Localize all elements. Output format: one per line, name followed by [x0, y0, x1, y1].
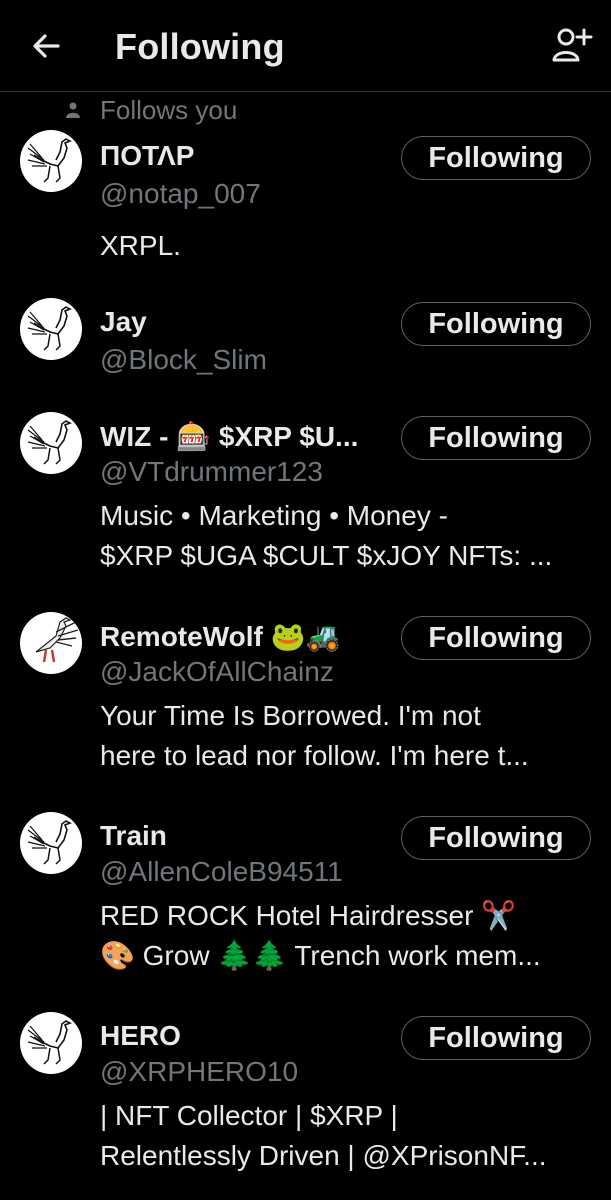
list-item[interactable]: Jay @Block_Slim Following — [0, 296, 611, 396]
avatar[interactable] — [20, 130, 82, 192]
user-name[interactable]: WIZ - 🎰 $XRP $U... — [100, 420, 358, 453]
user-handle: @VTdrummer123 — [100, 456, 323, 487]
bio-line: RED ROCK Hotel Hairdresser ✂️ — [100, 900, 517, 931]
add-user-icon[interactable] — [551, 24, 593, 66]
list-item[interactable]: WIZ - 🎰 $XRP $U... @VTdrummer123 Music •… — [0, 410, 611, 590]
user-name[interactable]: Jay — [100, 306, 147, 338]
avatar[interactable] — [20, 412, 82, 474]
bio-line: XRPL. — [100, 230, 181, 261]
bio-line: Relentlessly Driven | @XPrisonNF... — [100, 1140, 547, 1171]
bio-line: here to lead nor follow. I'm here t... — [100, 740, 529, 771]
following-button[interactable]: Following — [401, 302, 591, 346]
avatar[interactable] — [20, 298, 82, 360]
white-bird-icon — [35, 617, 79, 663]
person-icon — [66, 102, 80, 118]
following-button[interactable]: Following — [401, 136, 591, 180]
bird-sketch-icon — [27, 420, 72, 465]
bio-line: $XRP $UGA $CULT $xJOY NFTs: ... — [100, 540, 553, 571]
top-app-bar: Following — [0, 0, 611, 92]
user-bio: XRPL. — [100, 226, 580, 266]
avatar[interactable] — [20, 812, 82, 874]
avatar[interactable] — [20, 612, 82, 674]
user-handle: @notap_007 — [100, 178, 261, 209]
list-item[interactable]: HERO @XRPHERO10 | NFT Collector | $XRP |… — [0, 1010, 611, 1190]
user-name[interactable]: Train — [100, 820, 167, 852]
user-handle: @XRPHERO10 — [100, 1056, 299, 1087]
user-handle: @Block_Slim — [100, 344, 267, 375]
page-title: Following — [115, 26, 285, 67]
bird-sketch-icon — [27, 138, 72, 183]
bio-line: Your Time Is Borrowed. I'm not — [100, 700, 481, 731]
bird-sketch-icon — [27, 1020, 72, 1065]
list-item[interactable]: RemoteWolf 🐸🚜 @JackOfAllChainz Your Time… — [0, 610, 611, 790]
bird-sketch-icon — [27, 820, 72, 865]
user-name[interactable]: HERO — [100, 1020, 181, 1052]
list-item[interactable]: ΠΟΤΛΡ @notap_007 XRPL. Following — [0, 130, 611, 280]
user-bio: Your Time Is Borrowed. I'm not here to l… — [100, 696, 580, 776]
arrow-left-icon[interactable] — [28, 28, 64, 64]
following-button[interactable]: Following — [401, 416, 591, 460]
user-handle: @JackOfAllChainz — [100, 656, 334, 687]
follows-you-label: Follows you — [100, 95, 238, 125]
bio-line: 🎨 Grow 🌲🌲 Trench work mem... — [100, 940, 541, 971]
bio-line: | NFT Collector | $XRP | — [100, 1100, 398, 1131]
user-bio: RED ROCK Hotel Hairdresser ✂️ 🎨 Grow 🌲🌲 … — [100, 896, 580, 976]
following-button[interactable]: Following — [401, 616, 591, 660]
following-button[interactable]: Following — [401, 816, 591, 860]
bird-sketch-icon — [27, 306, 72, 351]
avatar[interactable] — [20, 1012, 82, 1074]
list-item[interactable]: Train @AllenColeB94511 RED ROCK Hotel Ha… — [0, 810, 611, 990]
user-name[interactable]: ΠΟΤΛΡ — [100, 140, 194, 172]
following-button[interactable]: Following — [401, 1016, 591, 1060]
user-name[interactable]: RemoteWolf 🐸🚜 — [100, 620, 340, 653]
follows-you-indicator: Follows you — [0, 92, 611, 128]
bio-line: Music • Marketing • Money - — [100, 500, 448, 531]
user-bio: | NFT Collector | $XRP | Relentlessly Dr… — [100, 1096, 580, 1176]
user-bio: Music • Marketing • Money - $XRP $UGA $C… — [100, 496, 580, 576]
user-handle: @AllenColeB94511 — [100, 856, 343, 887]
